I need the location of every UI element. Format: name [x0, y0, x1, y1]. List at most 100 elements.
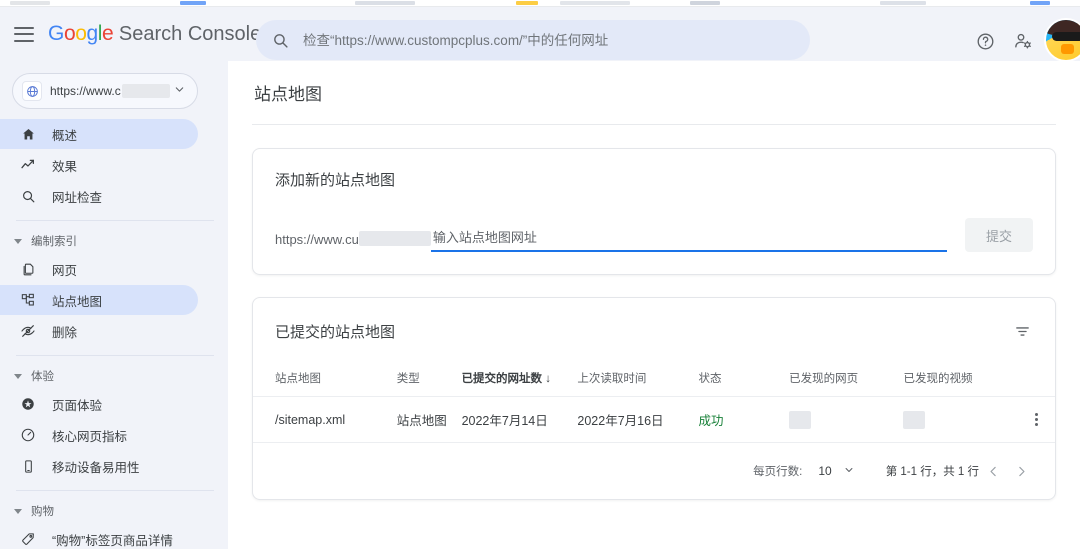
sidebar-item-label: 移动设备易用性: [52, 457, 140, 476]
trending-up-icon: [17, 157, 39, 173]
rows-per-page-value: 10: [818, 464, 831, 478]
sitemap-icon: [17, 292, 39, 308]
property-url: https://www.c: [50, 84, 121, 98]
column-header-submitted[interactable]: 已提交的网址数 ↓: [462, 362, 578, 397]
submitted-sitemaps-card: 已提交的站点地图 站点地图 类型 已提交的网址数: [252, 297, 1056, 500]
sidebar-item-core-web-vitals[interactable]: 核心网页指标: [0, 420, 198, 450]
caret-down-icon: [14, 374, 22, 379]
rows-per-page-label: 每页行数:: [753, 463, 802, 479]
redaction-block: [359, 231, 431, 246]
sidebar-group-indexing[interactable]: 编制索引: [0, 229, 228, 253]
search-bar[interactable]: [256, 20, 810, 60]
sidebar-item-label: “购物”标签页商品详情: [52, 530, 173, 549]
product-name: Search Console: [119, 23, 261, 45]
cell-row-actions: [1018, 397, 1055, 443]
submit-button[interactable]: 提交: [965, 218, 1033, 252]
sidebar-group-shopping[interactable]: 购物: [0, 499, 228, 523]
sidebar-item-label: 核心网页指标: [52, 426, 127, 445]
search-input[interactable]: [303, 33, 783, 48]
hamburger-menu-icon[interactable]: [14, 27, 34, 42]
column-header-type[interactable]: 类型: [397, 362, 462, 397]
rows-per-page-select[interactable]: 10: [818, 462, 853, 480]
sitemaps-table: 站点地图 类型 已提交的网址数 ↓ 上次读取时间 状态 已发现的网页 已发现的视…: [253, 362, 1055, 443]
sidebar-item-label: 网页: [52, 260, 77, 279]
cell-pages-discovered: [789, 397, 903, 443]
sidebar-divider: [16, 490, 214, 491]
sidebar-group-label: 体验: [31, 368, 54, 384]
main-content: 站点地图 添加新的站点地图 https://www.cu 提交 已提交的站点地图: [228, 61, 1080, 549]
sidebar-item-label: 站点地图: [52, 291, 102, 310]
column-header-submitted-label: 已提交的网址数: [462, 373, 543, 385]
column-header-sitemap[interactable]: 站点地图: [253, 362, 397, 397]
pagination: 每页行数: 10 第 1-1 行，共 1 行: [253, 443, 1055, 499]
add-sitemap-row: https://www.cu 提交: [275, 218, 1033, 252]
browser-chrome-sliver: [0, 0, 1080, 7]
sidebar-group-experience[interactable]: 体验: [0, 364, 228, 388]
redaction-block: [789, 411, 811, 429]
search-console-app: Google Search Console: [0, 0, 1080, 549]
caret-down-icon: [14, 509, 22, 514]
sidebar-item-label: 效果: [52, 156, 77, 175]
sidebar: https://www.c 概述 效果: [0, 61, 228, 549]
add-sitemap-card: 添加新的站点地图 https://www.cu 提交: [252, 148, 1056, 275]
chevron-right-icon[interactable]: [1007, 457, 1035, 485]
column-header-status[interactable]: 状态: [699, 362, 790, 397]
cell-type: 站点地图: [397, 397, 462, 443]
sidebar-item-sitemaps[interactable]: 站点地图: [0, 285, 198, 315]
title-divider: [252, 124, 1056, 125]
help-circle-icon[interactable]: [968, 24, 1002, 58]
cell-last-read: 2022年7月16日: [577, 397, 698, 443]
sidebar-item-url-inspection[interactable]: 网址检查: [0, 181, 198, 211]
sort-arrow-icon: ↓: [545, 373, 551, 385]
speedometer-icon: [17, 427, 39, 443]
eye-off-icon: [17, 323, 39, 339]
sidebar-item-performance[interactable]: 效果: [0, 150, 198, 180]
sidebar-item-label: 删除: [52, 322, 77, 341]
sidebar-item-pages[interactable]: 网页: [0, 254, 198, 284]
pagination-range: 第 1-1 行，共 1 行: [886, 463, 979, 479]
kebab-menu-icon[interactable]: [1018, 413, 1055, 426]
table-row[interactable]: /sitemap.xml 站点地图 2022年7月14日 2022年7月16日 …: [253, 397, 1055, 443]
home-icon: [17, 127, 39, 142]
person-gear-icon[interactable]: [1006, 24, 1040, 58]
sidebar-group-label: 购物: [31, 503, 54, 519]
column-header-last-read[interactable]: 上次读取时间: [577, 362, 698, 397]
sidebar-item-page-experience[interactable]: 页面体验: [0, 389, 198, 419]
redaction-block: [903, 411, 925, 429]
globe-icon: [22, 81, 42, 101]
sidebar-group-label: 编制索引: [31, 233, 77, 249]
sidebar-item-shopping-tab-listings[interactable]: “购物”标签页商品详情: [0, 524, 198, 549]
app-header: Google Search Console: [0, 7, 1080, 61]
sidebar-item-removals[interactable]: 删除: [0, 316, 198, 346]
sidebar-item-label: 概述: [52, 125, 77, 144]
sitemap-url-prefix: https://www.cu: [275, 232, 359, 252]
chevron-down-icon: [844, 462, 854, 480]
app-brand: Google Search Console: [48, 22, 261, 46]
cell-sitemap[interactable]: /sitemap.xml: [253, 397, 397, 443]
column-header-videos-discovered[interactable]: 已发现的视频: [903, 362, 1017, 397]
chevron-left-icon[interactable]: [979, 457, 1007, 485]
page-experience-icon: [17, 396, 39, 412]
table-header: 站点地图 类型 已提交的网址数 ↓ 上次读取时间 状态 已发现的网页 已发现的视…: [253, 362, 1055, 397]
caret-down-icon: [14, 239, 22, 244]
sitemap-url-input[interactable]: [431, 230, 947, 252]
sidebar-item-label: 页面体验: [52, 395, 102, 414]
sidebar-divider: [16, 220, 214, 221]
mobile-icon: [17, 459, 39, 474]
cell-submitted: 2022年7月14日: [462, 397, 578, 443]
column-header-pages-discovered[interactable]: 已发现的网页: [789, 362, 903, 397]
filter-icon[interactable]: [1007, 316, 1037, 346]
sitemap-url-field: [431, 229, 947, 252]
column-header-actions: [1018, 362, 1055, 397]
sidebar-item-mobile-usability[interactable]: 移动设备易用性: [0, 451, 198, 481]
sidebar-item-overview[interactable]: 概述: [0, 119, 198, 149]
property-selector[interactable]: https://www.c: [12, 73, 198, 109]
page-title: 站点地图: [228, 61, 1080, 105]
sidebar-item-label: 网址检查: [52, 187, 102, 206]
search-icon: [272, 32, 289, 49]
tag-icon: [17, 531, 39, 547]
cell-videos-discovered: [903, 397, 1017, 443]
sidebar-divider: [16, 355, 214, 356]
search-icon: [17, 189, 39, 204]
avatar[interactable]: [1044, 18, 1080, 62]
